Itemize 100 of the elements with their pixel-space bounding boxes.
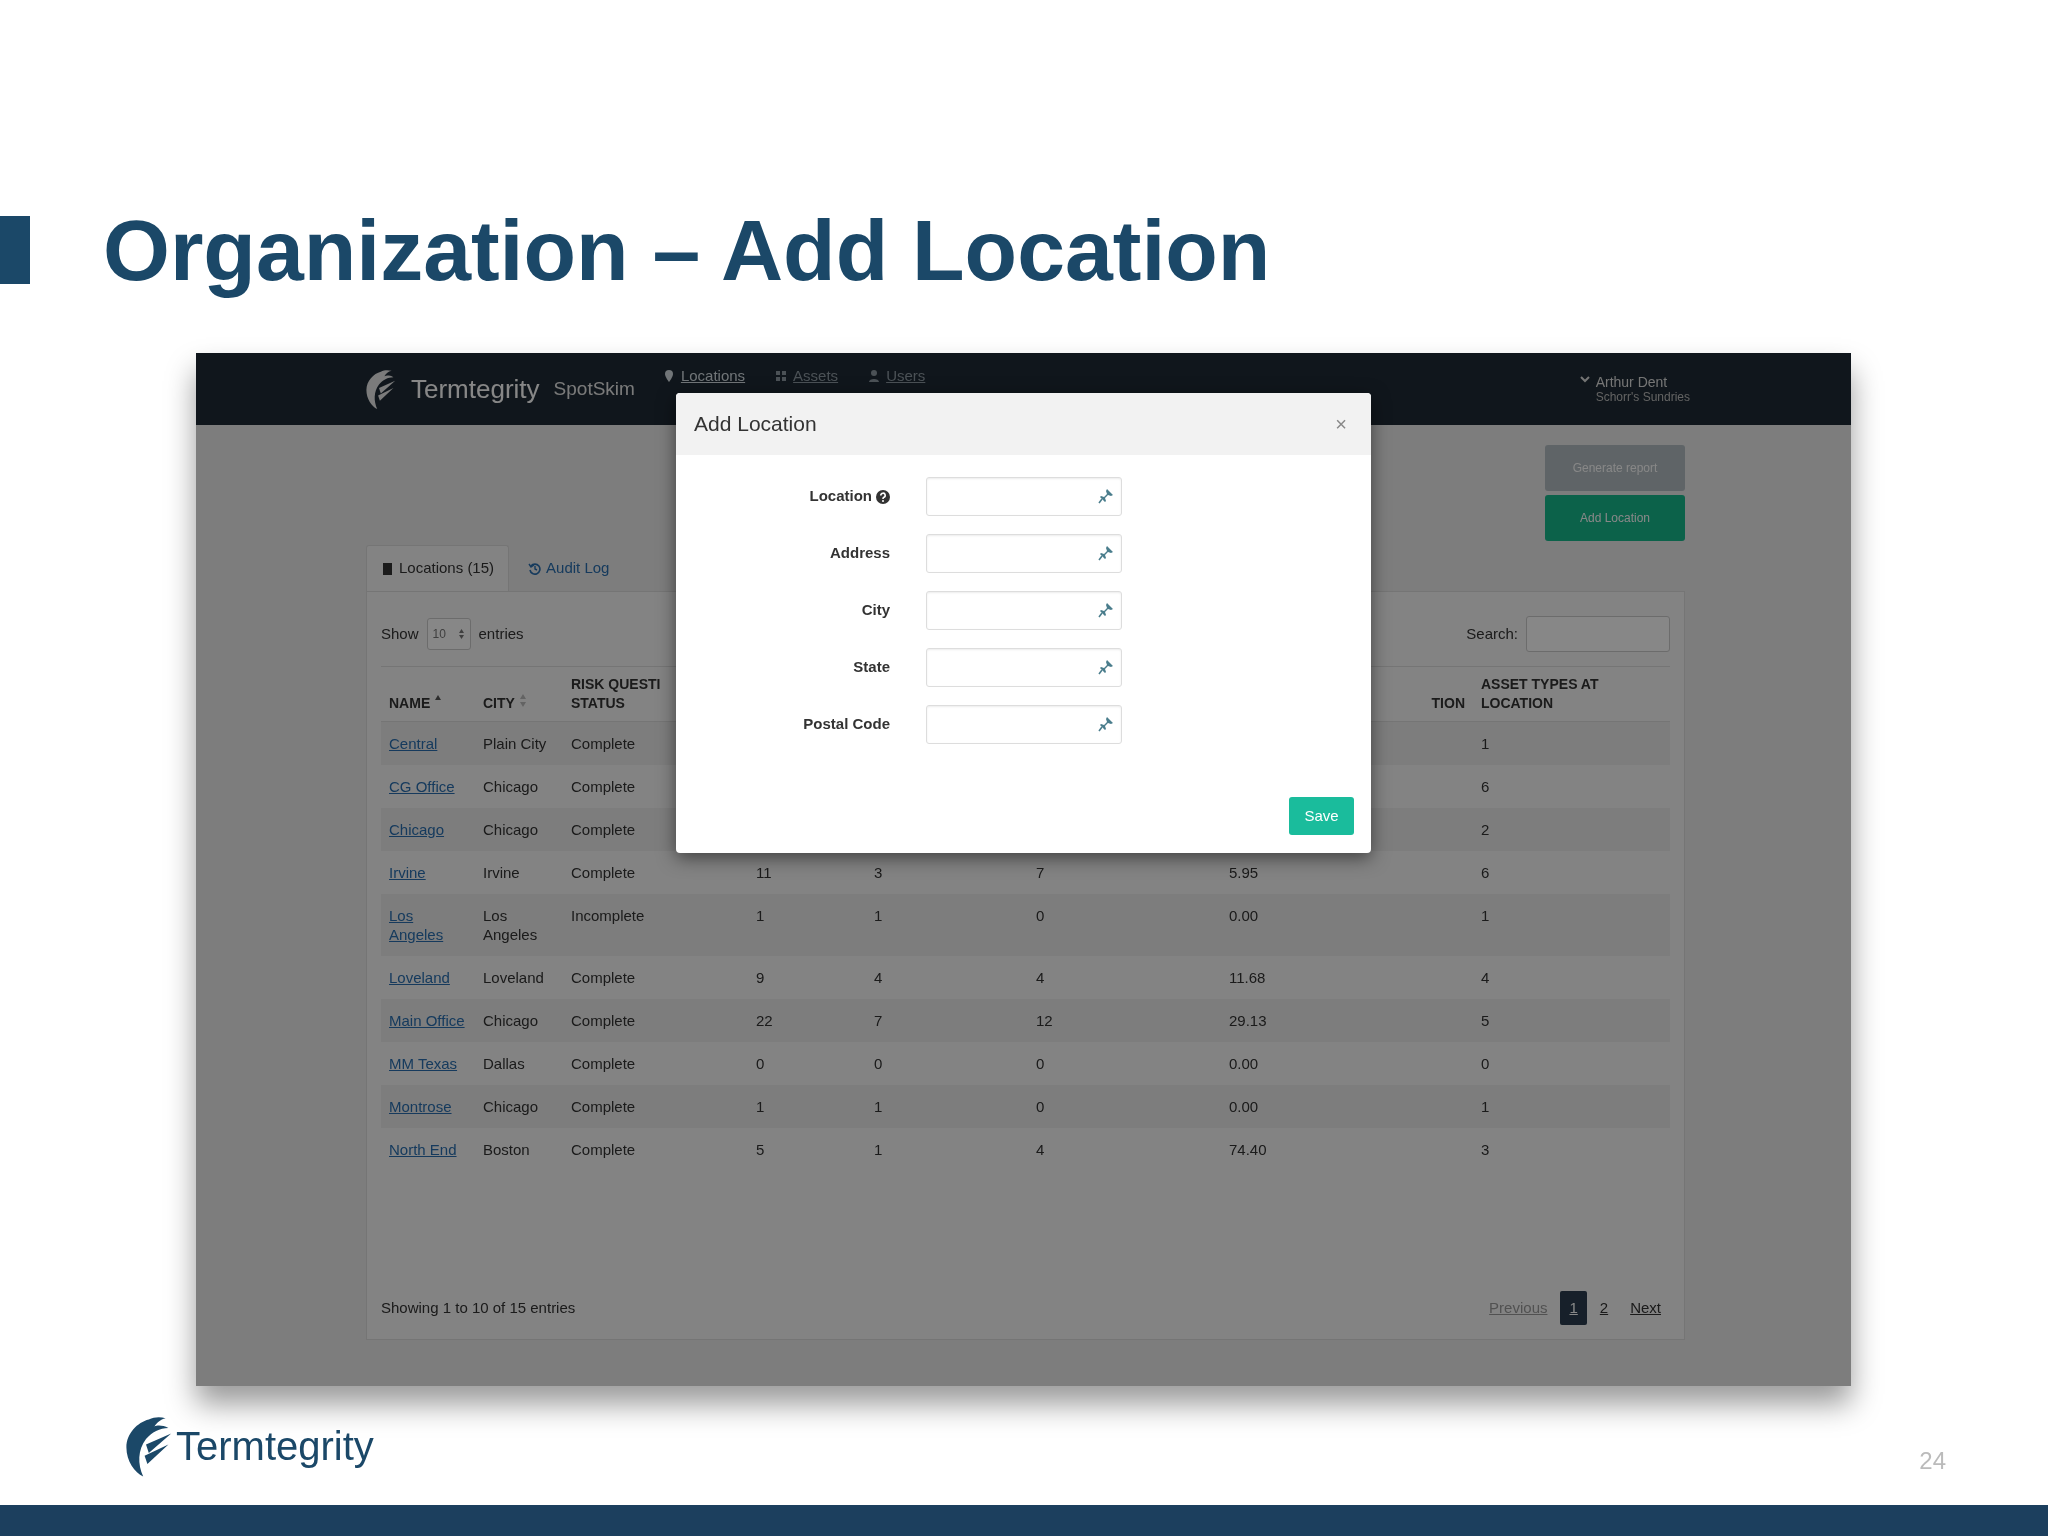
- field-label: Location: [809, 486, 872, 507]
- table-cell: 1: [874, 907, 883, 924]
- table-cell: 4: [874, 969, 883, 986]
- table-cell: Los Angeles: [483, 907, 538, 943]
- nav-link[interactable]: Users: [868, 365, 926, 388]
- table-cell: Complete: [571, 864, 636, 881]
- pin-icon: [1098, 602, 1114, 618]
- table-cell: Complete: [571, 1141, 636, 1158]
- pagination-link[interactable]: Next: [1621, 1290, 1670, 1325]
- user-icon: [868, 369, 881, 384]
- column-header[interactable]: TION: [1431, 694, 1465, 713]
- table-cell: 0: [1036, 1055, 1045, 1072]
- table-cell: 1: [1481, 907, 1490, 924]
- tab[interactable]: Audit Log: [513, 545, 625, 591]
- field-label: State: [853, 657, 890, 678]
- updown-arrows-icon: [457, 628, 465, 640]
- table-cell: Complete: [571, 1012, 636, 1029]
- field-label: City: [861, 600, 890, 621]
- table-cell: 0: [756, 1055, 765, 1072]
- table-cell: 1: [874, 1098, 883, 1115]
- history-icon: [528, 561, 542, 576]
- table-cell: 29.13: [1229, 1012, 1267, 1029]
- building-icon: [381, 561, 394, 576]
- table-cell: 3: [874, 864, 883, 881]
- table-cell: 11.68: [1229, 969, 1266, 986]
- table-cell: 12: [1036, 1012, 1053, 1029]
- pin-icon: [1098, 488, 1114, 504]
- page-link[interactable]: 1: [1560, 1290, 1587, 1325]
- table-cell: 4: [1481, 969, 1490, 986]
- show-label: Show: [381, 623, 419, 644]
- table-cell: 1: [1481, 735, 1490, 752]
- pin-icon: [1098, 545, 1114, 561]
- table-cell: 6: [1481, 864, 1490, 881]
- column-header[interactable]: CITY: [483, 694, 515, 713]
- table-cell: Loveland: [483, 969, 544, 986]
- table-cell: Dallas: [483, 1055, 525, 1072]
- table-cell: Chicago: [483, 1012, 539, 1029]
- page-number: 24: [1919, 1446, 1946, 1476]
- table-cell: Plain City: [483, 735, 547, 752]
- table-cell: Chicago: [483, 778, 539, 795]
- user-name[interactable]: Arthur Dent: [1595, 374, 1690, 390]
- location-link[interactable]: CG Office: [389, 777, 455, 796]
- action-button[interactable]: Add Location: [1545, 495, 1685, 541]
- location-link[interactable]: Loveland: [389, 968, 450, 987]
- table-cell: 1: [1481, 1098, 1490, 1115]
- table-cell: 4: [1036, 1141, 1045, 1158]
- page-link[interactable]: 2: [1590, 1290, 1618, 1325]
- table-cell: 0: [1481, 1055, 1490, 1072]
- table-cell: 5.95: [1229, 864, 1259, 881]
- table-cell: 3: [1481, 1141, 1490, 1158]
- table-cell: 0: [874, 1055, 883, 1072]
- caret-icon: [1579, 374, 1590, 384]
- table-cell: 22: [756, 1012, 773, 1029]
- search-field[interactable]: [1526, 616, 1670, 652]
- logo-text: Termtegrity: [176, 1422, 374, 1470]
- input-field[interactable]: [926, 648, 1122, 687]
- table-cell: 1: [756, 1098, 765, 1115]
- table-cell: 1: [874, 1141, 883, 1158]
- table-cell: Chicago: [483, 1098, 539, 1115]
- table-cell: 2: [1481, 821, 1490, 838]
- table-cell: 5: [756, 1141, 765, 1158]
- table-cell: Complete: [571, 821, 636, 838]
- column-header[interactable]: ASSET TYPES AT LOCATION: [1481, 675, 1662, 713]
- table-cell: 9: [756, 969, 765, 986]
- table-cell: 0: [1036, 907, 1045, 924]
- table-cell: Incomplete: [571, 907, 645, 924]
- input-field[interactable]: [926, 534, 1122, 573]
- page-size-select[interactable]: 10: [426, 618, 471, 650]
- input-field[interactable]: [926, 477, 1122, 516]
- location-link[interactable]: North End: [389, 1140, 457, 1159]
- table-cell: 7: [1036, 864, 1045, 881]
- table-cell: Complete: [571, 778, 636, 795]
- location-link[interactable]: MM Texas: [389, 1054, 458, 1073]
- table-cell: 6: [1481, 778, 1490, 795]
- nav-link[interactable]: Assets: [775, 365, 839, 388]
- save-button[interactable]: Save: [1289, 797, 1354, 835]
- pin-icon: [1098, 659, 1114, 675]
- table-cell: 0: [1036, 1098, 1045, 1115]
- column-header[interactable]: NAME: [389, 694, 431, 713]
- nav-link[interactable]: Locations: [662, 365, 746, 388]
- title-accent-bar: [0, 216, 30, 284]
- location-link[interactable]: Irvine: [389, 863, 426, 882]
- table-cell: Complete: [571, 969, 636, 986]
- field-label: Address: [829, 543, 890, 564]
- brand-name[interactable]: Termtegrity: [411, 369, 540, 409]
- product-name[interactable]: SpotSkim: [553, 374, 635, 404]
- pin-icon: [1098, 716, 1114, 732]
- table-cell: Chicago: [483, 821, 539, 838]
- table-cell: 7: [874, 1012, 883, 1029]
- tab[interactable]: Locations (15): [366, 545, 510, 591]
- entries-info: Showing 1 to 10 of 15 entries: [381, 1297, 576, 1318]
- table-cell: Complete: [571, 1098, 636, 1115]
- input-field[interactable]: [926, 705, 1122, 744]
- table-cell: 0.00: [1229, 1098, 1259, 1115]
- input-field[interactable]: [926, 591, 1122, 630]
- close-button[interactable]: ×: [1329, 408, 1353, 440]
- entries-label: entries: [478, 623, 524, 644]
- table-cell: Complete: [571, 735, 636, 752]
- table-cell: 4: [1036, 969, 1045, 986]
- search-label: Search:: [1466, 623, 1518, 644]
